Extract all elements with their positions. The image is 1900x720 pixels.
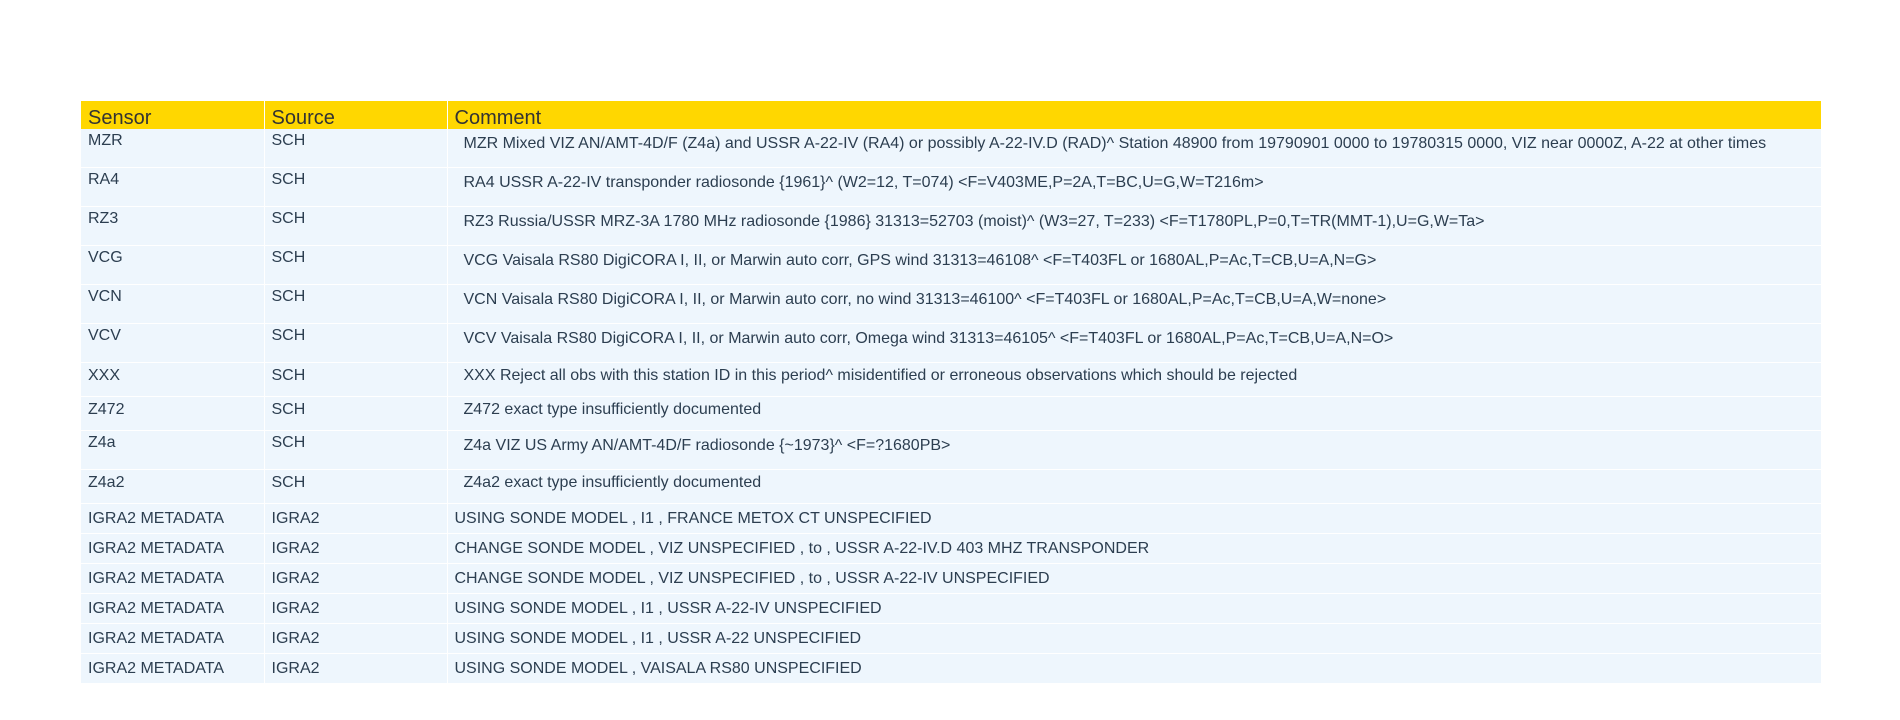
source-cell: IGRA2 [264,503,448,534]
table-row: VCN SCH VCN Vaisala RS80 DigiCORA I, II,… [81,284,1821,324]
sensor-cell: VCN [81,284,265,324]
source-cell: SCH [264,362,448,397]
comment-cell: CHANGE SONDE MODEL , VIZ UNSPECIFIED , t… [447,563,1821,594]
table-row: RZ3 SCH RZ3 Russia/USSR MRZ-3A 1780 MHz … [81,206,1821,246]
comment-cell: Z4a2 exact type insufficiently documente… [447,469,1821,504]
source-cell: SCH [264,129,448,168]
sensor-cell: VCV [81,323,265,363]
sensor-metadata-table: Sensor Source Comment MZR SCH MZR Mixed … [81,101,1821,684]
table-row: MZR SCH MZR Mixed VIZ AN/AMT-4D/F (Z4a) … [81,129,1821,168]
column-header-source[interactable]: Source [264,101,448,129]
source-cell: SCH [264,430,448,470]
sensor-cell: RA4 [81,167,265,207]
column-header-sensor[interactable]: Sensor [81,101,265,129]
table-row: IGRA2 METADATA IGRA2 USING SONDE MODEL ,… [81,503,1821,534]
comment-cell: MZR Mixed VIZ AN/AMT-4D/F (Z4a) and USSR… [447,129,1821,168]
sensor-cell: IGRA2 METADATA [81,563,265,594]
header-row: Sensor Source Comment [81,101,1821,129]
table-row: VCG SCH VCG Vaisala RS80 DigiCORA I, II,… [81,245,1821,285]
source-cell: SCH [264,469,448,504]
sensor-cell: Z472 [81,396,265,431]
sensor-cell: IGRA2 METADATA [81,533,265,564]
comment-cell: VCG Vaisala RS80 DigiCORA I, II, or Marw… [447,245,1821,285]
comment-cell: RZ3 Russia/USSR MRZ-3A 1780 MHz radioson… [447,206,1821,246]
table-row: IGRA2 METADATA IGRA2 USING SONDE MODEL ,… [81,593,1821,624]
source-cell: SCH [264,167,448,207]
source-cell: IGRA2 [264,563,448,594]
table-row: IGRA2 METADATA IGRA2 CHANGE SONDE MODEL … [81,533,1821,564]
table-row: IGRA2 METADATA IGRA2 USING SONDE MODEL ,… [81,653,1821,684]
source-cell: SCH [264,323,448,363]
column-header-comment[interactable]: Comment [447,101,1821,129]
table-row: Z4a2 SCH Z4a2 exact type insufficiently … [81,469,1821,504]
table-row: VCV SCH VCV Vaisala RS80 DigiCORA I, II,… [81,323,1821,363]
source-cell: SCH [264,284,448,324]
source-cell: IGRA2 [264,623,448,654]
comment-cell: VCN Vaisala RS80 DigiCORA I, II, or Marw… [447,284,1821,324]
source-cell: SCH [264,206,448,246]
source-cell: SCH [264,396,448,431]
sensor-cell: Z4a [81,430,265,470]
comment-cell: VCV Vaisala RS80 DigiCORA I, II, or Marw… [447,323,1821,363]
sensor-cell: IGRA2 METADATA [81,503,265,534]
table-row: RA4 SCH RA4 USSR A-22-IV transponder rad… [81,167,1821,207]
sensor-cell: XXX [81,362,265,397]
source-cell: IGRA2 [264,653,448,684]
source-cell: IGRA2 [264,593,448,624]
comment-cell: CHANGE SONDE MODEL , VIZ UNSPECIFIED , t… [447,533,1821,564]
table-row: IGRA2 METADATA IGRA2 CHANGE SONDE MODEL … [81,563,1821,594]
comment-cell: RA4 USSR A-22-IV transponder radiosonde … [447,167,1821,207]
sensor-cell: RZ3 [81,206,265,246]
sensor-cell: Z4a2 [81,469,265,504]
comment-cell: USING SONDE MODEL , I1 , USSR A-22 UNSPE… [447,623,1821,654]
comment-cell: Z4a VIZ US Army AN/AMT-4D/F radiosonde {… [447,430,1821,470]
comment-cell: USING SONDE MODEL , I1 , USSR A-22-IV UN… [447,593,1821,624]
comment-cell: Z472 exact type insufficiently documente… [447,396,1821,431]
sensor-cell: IGRA2 METADATA [81,593,265,624]
table-row: Z472 SCH Z472 exact type insufficiently … [81,396,1821,431]
sensor-cell: IGRA2 METADATA [81,623,265,654]
comment-cell: USING SONDE MODEL , VAISALA RS80 UNSPECI… [447,653,1821,684]
table-row: IGRA2 METADATA IGRA2 USING SONDE MODEL ,… [81,623,1821,654]
source-cell: IGRA2 [264,533,448,564]
sensor-metadata-table-container: Sensor Source Comment MZR SCH MZR Mixed … [81,101,1821,684]
comment-cell: USING SONDE MODEL , I1 , FRANCE METOX CT… [447,503,1821,534]
table-body: MZR SCH MZR Mixed VIZ AN/AMT-4D/F (Z4a) … [81,129,1821,684]
comment-cell: XXX Reject all obs with this station ID … [447,362,1821,397]
source-cell: SCH [264,245,448,285]
table-row: Z4a SCH Z4a VIZ US Army AN/AMT-4D/F radi… [81,430,1821,470]
sensor-cell: MZR [81,129,265,168]
sensor-cell: IGRA2 METADATA [81,653,265,684]
sensor-cell: VCG [81,245,265,285]
table-header: Sensor Source Comment [81,101,1821,129]
table-row: XXX SCH XXX Reject all obs with this sta… [81,362,1821,397]
